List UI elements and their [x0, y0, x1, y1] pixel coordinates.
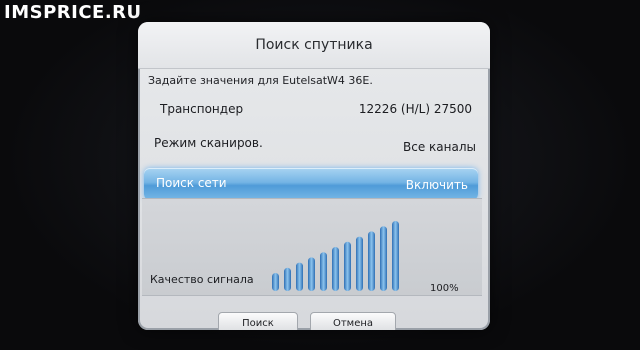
network-search-label: Поиск сети	[156, 176, 227, 190]
signal-bar	[332, 247, 339, 291]
cancel-button[interactable]: Отмена	[310, 312, 396, 330]
tv-screen: IMSPRICE.RU Поиск спутника Задайте значе…	[0, 0, 640, 350]
transponder-label: Транспондер	[160, 102, 244, 116]
signal-bar	[356, 236, 363, 291]
watermark: IMSPRICE.RU	[4, 2, 142, 23]
search-button[interactable]: Поиск	[218, 312, 298, 330]
signal-quality-value: 100%	[430, 283, 459, 294]
dialog-title: Поиск спутника	[138, 22, 490, 69]
scan-mode-value: Все каналы	[403, 140, 476, 154]
dialog-prompt: Задайте значения для EutelsatW4 36E.	[148, 74, 373, 87]
signal-bar	[392, 221, 399, 291]
signal-quality-panel: Качество сигнала 100%	[142, 198, 482, 296]
transponder-value: 12226 (H/L) 27500	[358, 102, 472, 116]
satellite-search-dialog: Поиск спутника Задайте значения для Eute…	[138, 22, 490, 330]
signal-bar	[368, 231, 375, 291]
signal-quality-meter	[272, 221, 399, 291]
signal-quality-label: Качество сигнала	[150, 273, 254, 286]
signal-bar	[296, 262, 303, 291]
scan-mode-label: Режим сканиров.	[154, 136, 263, 150]
signal-bar	[284, 267, 291, 291]
network-search-value: Включить	[405, 178, 468, 192]
signal-bar	[380, 226, 387, 291]
network-search-row[interactable]: Поиск сети Включить	[144, 168, 478, 200]
signal-bar	[272, 273, 279, 291]
signal-bar	[308, 257, 315, 291]
signal-bar	[320, 252, 327, 291]
signal-bar	[344, 241, 351, 291]
